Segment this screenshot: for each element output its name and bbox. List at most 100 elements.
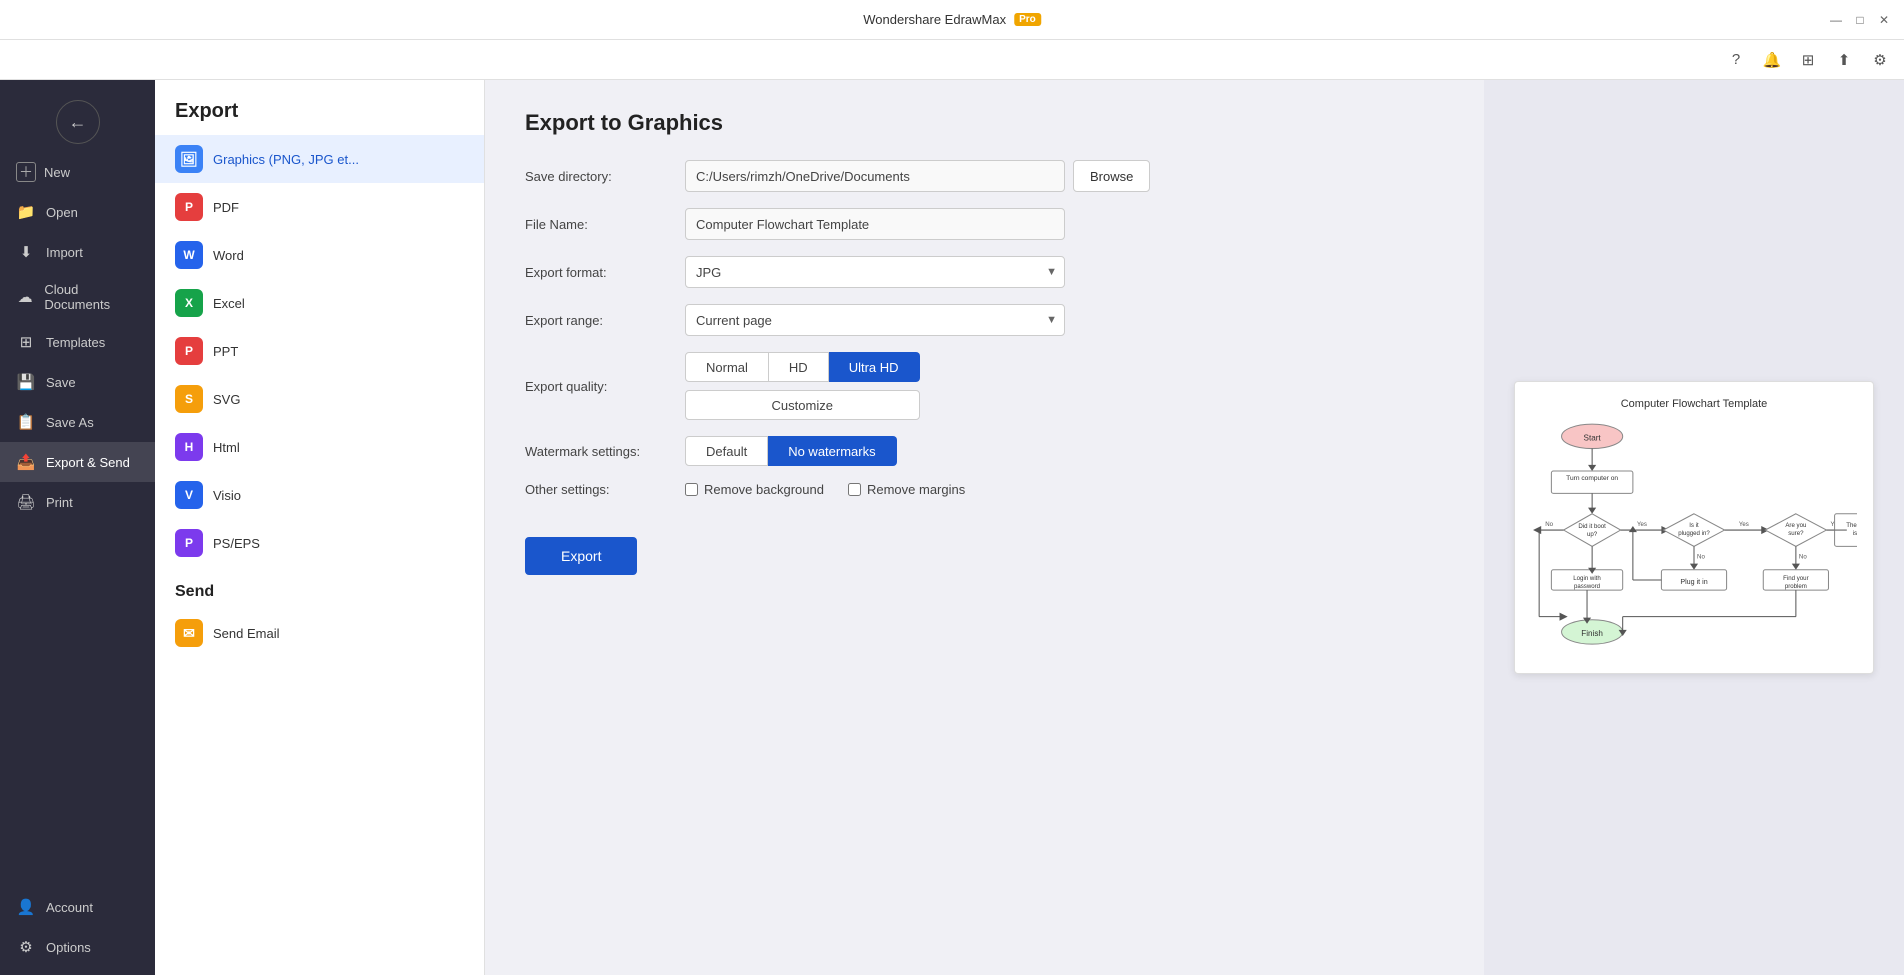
export-range-label: Export range: [525,313,685,328]
cloud-icon: ☁ [16,287,34,307]
send-section-title: Send [155,567,484,609]
svg-text:Turn computer on: Turn computer on [1566,475,1618,482]
export-item-email[interactable]: ✉ Send Email [155,609,484,657]
apps-icon[interactable]: ⊞ [1796,48,1820,72]
pro-badge: Pro [1014,13,1041,26]
export-item-excel[interactable]: X Excel [155,279,484,327]
sidebar-options-label: Options [46,940,91,955]
sidebar-saveas-label: Save As [46,415,94,430]
export-item-pdf[interactable]: P PDF [155,183,484,231]
save-directory-input[interactable] [685,160,1065,192]
remove-margins-checkbox[interactable] [848,483,861,496]
sidebar-item-save[interactable]: 💾 Save [0,362,155,402]
sidebar-item-print[interactable]: 🖨 Print [0,482,155,522]
export-pdf-label: PDF [213,200,239,215]
export-item-word[interactable]: W Word [155,231,484,279]
remove-margins-item[interactable]: Remove margins [848,482,965,497]
flowchart-diagram: Start Turn computer on Did it boot up? [1531,418,1857,652]
export-button[interactable]: Export [525,537,637,575]
export-html-label: Html [213,440,240,455]
export-item-pseps[interactable]: P PS/EPS [155,519,484,567]
sidebar-item-account[interactable]: 👤 Account [0,887,155,927]
sidebar-templates-label: Templates [46,335,105,350]
new-plus-icon: ＋ [16,162,36,182]
account-icon: 👤 [16,897,36,917]
minimize-button[interactable]: — [1828,12,1844,28]
excel-icon: X [175,289,203,317]
print-icon: 🖨 [16,492,36,512]
watermark-none-button[interactable]: No watermarks [768,436,896,466]
svg-text:plugged in?: plugged in? [1678,530,1710,537]
quality-normal-button[interactable]: Normal [685,352,769,382]
sidebar-item-cloud[interactable]: ☁ Cloud Documents [0,272,155,322]
other-settings-checkboxes: Remove background Remove margins [685,482,965,497]
preview-area: Computer Flowchart Template Start Turn c… [1484,80,1904,975]
main-layout: ← ＋ New 📁 Open ⬇ Import ☁ Cloud Document… [0,80,1904,975]
export-item-graphics[interactable]: 🖼 Graphics (PNG, JPG et... [155,135,484,183]
remove-background-checkbox[interactable] [685,483,698,496]
quality-button-group: Normal HD Ultra HD [685,352,920,382]
svg-text:Yes: Yes [1637,521,1647,528]
svg-text:The computer: The computer [1846,522,1857,529]
save-directory-label: Save directory: [525,169,685,184]
watermark-row: Watermark settings: Default No watermark… [525,436,1444,466]
open-icon: 📁 [16,202,36,222]
export-ppt-label: PPT [213,344,238,359]
export-item-html[interactable]: H Html [155,423,484,471]
sidebar-item-open[interactable]: 📁 Open [0,192,155,232]
sidebar-item-import[interactable]: ⬇ Import [0,232,155,272]
share-icon[interactable]: ⬆ [1832,48,1856,72]
svg-text:Finish: Finish [1581,629,1603,638]
sidebar-item-saveas[interactable]: 📋 Save As [0,402,155,442]
svg-text:No: No [1545,521,1553,528]
close-button[interactable]: ✕ [1876,12,1892,28]
svg-text:up?: up? [1587,531,1598,538]
import-icon: ⬇ [16,242,36,262]
export-format-select[interactable]: JPG PNG BMP SVG [685,256,1065,288]
other-settings-label: Other settings: [525,482,685,497]
export-range-wrapper: Current page All pages Selection ▼ [685,304,1065,336]
maximize-button[interactable]: □ [1852,12,1868,28]
help-icon[interactable]: ? [1724,48,1748,72]
sidebar-item-options[interactable]: ⚙ Options [0,927,155,967]
svg-text:Login with: Login with [1573,575,1601,582]
watermark-default-button[interactable]: Default [685,436,768,466]
svg-icon: S [175,385,203,413]
svg-text:sure?: sure? [1788,530,1804,537]
sidebar-item-new[interactable]: ＋ New [0,152,155,192]
export-range-select[interactable]: Current page All pages Selection [685,304,1065,336]
export-graphics-label: Graphics (PNG, JPG et... [213,152,359,167]
back-button[interactable]: ← [56,100,100,144]
export-item-svg[interactable]: S SVG [155,375,484,423]
notification-icon[interactable]: 🔔 [1760,48,1784,72]
svg-text:problem: problem [1785,583,1807,590]
export-format-label: Export format: [525,265,685,280]
export-item-ppt[interactable]: P PPT [155,327,484,375]
settings-icon[interactable]: ⚙ [1868,48,1892,72]
sidebar-item-templates[interactable]: ⊞ Templates [0,322,155,362]
export-item-visio[interactable]: V Visio [155,471,484,519]
quality-ultrahd-button[interactable]: Ultra HD [829,352,920,382]
export-pseps-label: PS/EPS [213,536,260,551]
sidebar: ← ＋ New 📁 Open ⬇ Import ☁ Cloud Document… [0,80,155,975]
export-quality-row: Export quality: Normal HD Ultra HD Custo… [525,352,1444,420]
browse-button[interactable]: Browse [1073,160,1150,192]
remove-background-item[interactable]: Remove background [685,482,824,497]
app-title: Wondershare EdrawMax Pro [863,12,1041,27]
quality-controls: Normal HD Ultra HD Customize [685,352,920,420]
other-settings-row: Other settings: Remove background Remove… [525,482,1444,497]
toolbar: ? 🔔 ⊞ ⬆ ⚙ [0,40,1904,80]
file-name-input[interactable] [685,208,1065,240]
customize-button[interactable]: Customize [685,390,920,420]
sidebar-item-export[interactable]: 📤 Export & Send [0,442,155,482]
export-panel: Export 🖼 Graphics (PNG, JPG et... P PDF … [155,80,485,975]
ppt-icon: P [175,337,203,365]
watermark-label: Watermark settings: [525,444,685,459]
sidebar-export-label: Export & Send [46,455,130,470]
preview-card: Computer Flowchart Template Start Turn c… [1514,381,1874,674]
graphics-icon: 🖼 [175,145,203,173]
quality-hd-button[interactable]: HD [769,352,829,382]
saveas-icon: 📋 [16,412,36,432]
watermark-button-group: Default No watermarks [685,436,897,466]
titlebar: Wondershare EdrawMax Pro — □ ✕ [0,0,1904,40]
